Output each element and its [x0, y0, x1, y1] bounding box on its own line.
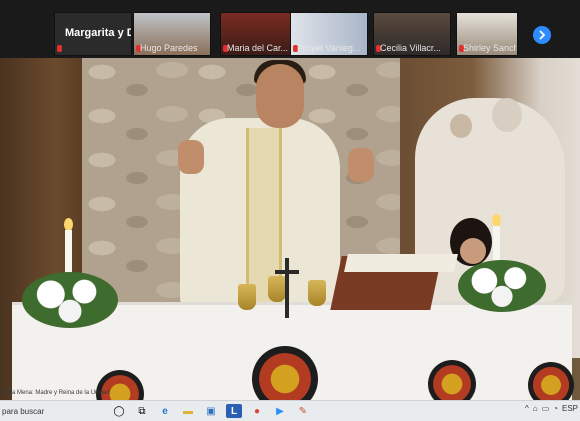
system-tray: ^ ⌂ ▭ ◔ ESP	[525, 404, 578, 413]
chevron-right-icon	[539, 30, 546, 40]
crucifix-bar	[275, 270, 299, 274]
language-indicator[interactable]: ESP	[562, 404, 578, 413]
participant-strip: Margarita y Dan... Hugo Paredes Maria de…	[0, 0, 580, 58]
task-view-icon[interactable]: ◯	[111, 404, 127, 418]
multitask-icon[interactable]: ⧉	[134, 404, 150, 418]
priest-face	[256, 64, 304, 128]
participant-name: Maria del Car...	[227, 43, 289, 53]
participant-tile[interactable]: Proyet Vanieg...	[290, 12, 368, 56]
file-explorer-icon[interactable]: ▬	[180, 404, 196, 418]
participant-name: Margarita y Dan...	[65, 27, 131, 39]
chalice	[308, 280, 326, 306]
participant-tile[interactable]: Shirley Sanch...	[456, 12, 518, 56]
volume-icon[interactable]: ◔	[553, 404, 558, 413]
zoom-icon[interactable]: ▶	[272, 404, 288, 418]
priest-hand-right	[348, 148, 374, 182]
participant-name: Proyet Vanieg...	[297, 43, 361, 53]
participant-name: Cecilia Villacr...	[380, 43, 441, 53]
chalice	[268, 276, 286, 302]
word-icon[interactable]: L	[226, 404, 242, 418]
child-statue-head	[450, 114, 472, 138]
chrome-icon[interactable]: ●	[249, 404, 265, 418]
participant-name: Hugo Paredes	[140, 43, 198, 53]
participant-tile[interactable]: Maria del Car...	[220, 12, 298, 56]
taskbar-search[interactable]: para buscar	[0, 401, 104, 421]
participant-tile[interactable]: Cecilia Villacr...	[373, 12, 451, 56]
priest-hand-left	[178, 140, 204, 174]
battery-icon[interactable]: ▭	[542, 404, 550, 413]
video-caption: Obra Mena: Madre y Reina de la Unidad	[2, 390, 110, 396]
main-video-feed: Obra Mena: Madre y Reina de la Unidad	[0, 58, 580, 400]
tray-expand-icon[interactable]: ^	[525, 404, 529, 413]
participant-tile[interactable]: Hugo Paredes	[133, 12, 211, 56]
store-icon[interactable]: ▣	[203, 404, 219, 418]
flower-arrangement	[22, 272, 118, 328]
participant-name: Shirley Sanch...	[463, 43, 516, 53]
participant-tile[interactable]: Margarita y Dan...	[54, 12, 132, 56]
next-page-button[interactable]	[533, 26, 551, 44]
mic-muted-icon	[57, 45, 62, 52]
edge-icon[interactable]: e	[157, 404, 173, 418]
paint-icon[interactable]: ✎	[295, 404, 311, 418]
flower-arrangement	[458, 260, 546, 312]
altar-medallion	[428, 360, 476, 400]
missal-book	[344, 254, 458, 272]
crucifix	[285, 258, 289, 318]
woman-face	[460, 238, 486, 264]
search-text: para buscar	[2, 406, 45, 416]
chalice	[238, 284, 256, 310]
statue-head	[492, 98, 522, 132]
network-icon[interactable]: ⌂	[533, 404, 538, 413]
windows-taskbar: para buscar ◯ ⧉ e ▬ ▣ L ● ▶ ✎ ^ ⌂ ▭ ◔ ES…	[0, 400, 580, 421]
altar-medallion	[528, 362, 574, 400]
